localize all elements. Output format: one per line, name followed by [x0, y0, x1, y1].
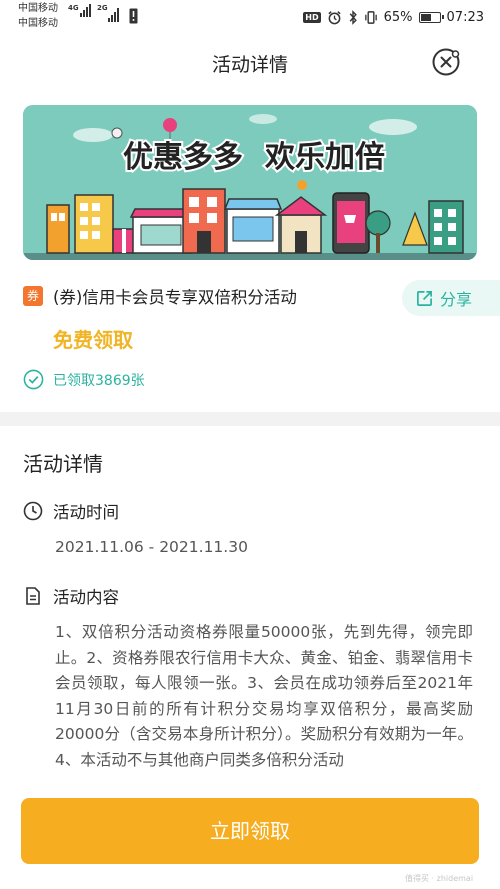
banner-headline-right: 欢乐加倍 — [264, 140, 385, 175]
bluetooth-icon — [349, 9, 357, 25]
close-button[interactable] — [431, 47, 461, 77]
share-label: 分享 — [440, 290, 473, 309]
status-right-group: HD 65% 07:23 — [303, 0, 484, 34]
watermark: 值得买 · zhidemai — [405, 874, 474, 883]
banner-headline-left: 优惠多多 — [123, 140, 243, 175]
hd-voice-badge: HD — [303, 11, 321, 23]
coupon-type-badge: 券 — [23, 286, 43, 306]
promo-banner: 优惠多多 欢乐加倍 — [23, 105, 477, 260]
close-icon — [432, 48, 460, 76]
sim-alert-icon — [129, 8, 138, 24]
coupon-card: 优惠多多 欢乐加倍 券 (券)信用卡会员专享双倍积分活动 分享 免费领取 已领取… — [0, 94, 500, 412]
signal-icon-1 — [80, 4, 91, 17]
clock-time: 07:23 — [446, 9, 484, 25]
check-circle-icon — [23, 369, 44, 390]
bottom-action-bar: 立即领取 值得买 · zhidemai — [0, 785, 500, 889]
claim-now-button[interactable]: 立即领取 — [21, 798, 479, 864]
activity-content-label: 活动内容 — [53, 588, 119, 607]
activity-content-heading: 活动内容 — [23, 584, 119, 608]
clock-icon — [23, 501, 43, 521]
status-bar: 中国移动 中国移动 4G 2G HD 65% 07:23 — [0, 0, 500, 34]
coupon-title: (券)信用卡会员专享双倍积分活动 — [53, 288, 297, 307]
network-type-2: 2G — [97, 4, 108, 12]
banner-illustration: 优惠多多 欢乐加倍 — [23, 105, 477, 260]
page-title: 活动详情 — [211, 54, 288, 76]
battery-percent: 65% — [383, 9, 413, 25]
carrier-label-2: 中国移动 — [18, 18, 58, 29]
activity-content-text: 1、双倍积分活动资格券限量50000张，先到先得，领完即止。2、资格券限农行信用… — [55, 623, 473, 769]
activity-time-heading: 活动时间 — [23, 499, 119, 523]
claimed-count-text: 已领取3869张 — [53, 372, 145, 389]
signal-icon-2 — [108, 8, 119, 22]
nav-header: 活动详情 — [0, 34, 500, 94]
price-label: 免费领取 — [53, 328, 133, 352]
detail-section-title: 活动详情 — [23, 452, 103, 476]
claimed-count-row: 已领取3869张 — [23, 369, 145, 390]
carrier-label-1: 中国移动 — [18, 3, 58, 14]
share-icon — [417, 290, 432, 306]
battery-icon — [418, 11, 444, 23]
activity-time-value: 2021.11.06 - 2021.11.30 — [55, 538, 248, 556]
network-type-1: 4G — [68, 4, 79, 12]
share-button[interactable]: 分享 — [402, 280, 500, 316]
alarm-icon — [328, 10, 341, 24]
vibrate-icon — [364, 10, 377, 24]
activity-time-label: 活动时间 — [53, 503, 119, 522]
document-icon — [26, 587, 40, 605]
